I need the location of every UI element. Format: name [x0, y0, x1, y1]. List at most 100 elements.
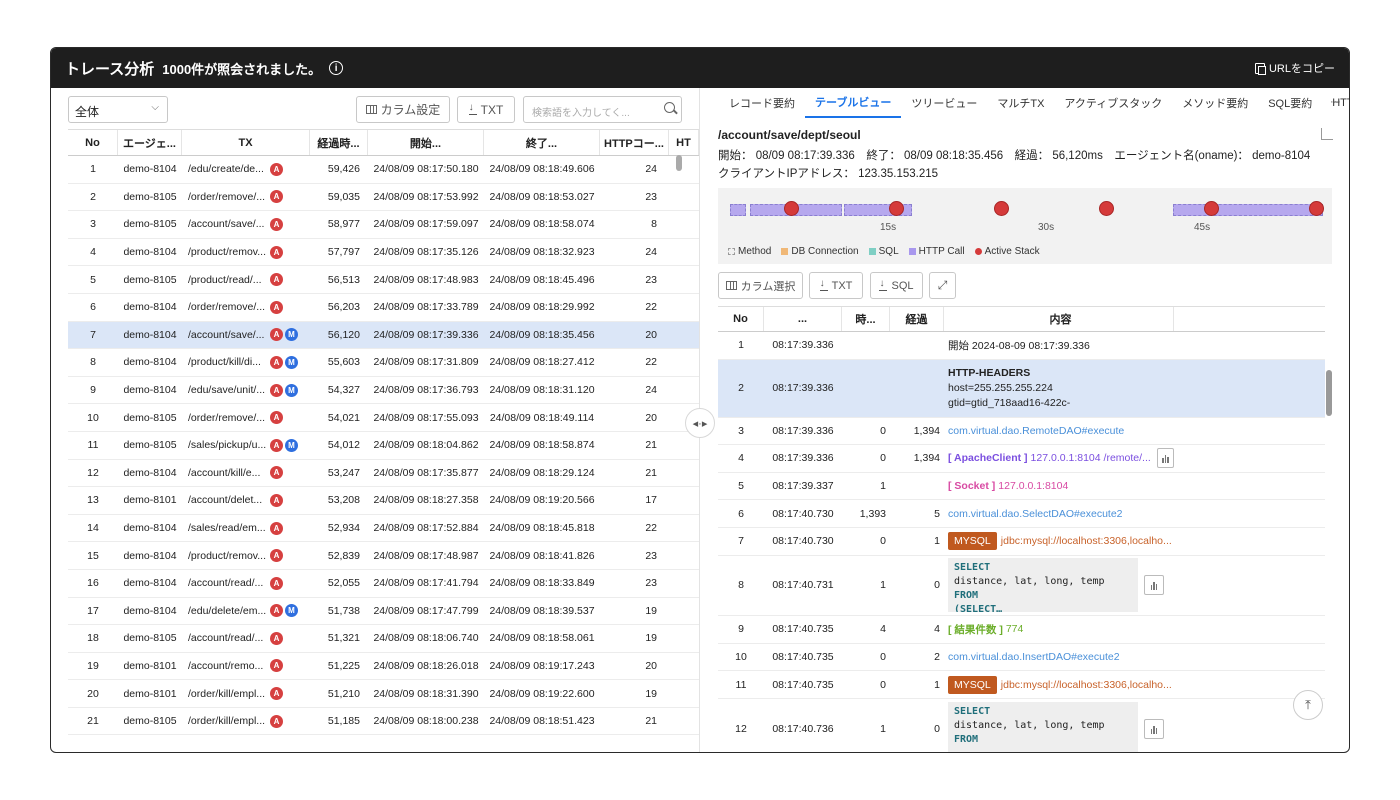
sql-export-button[interactable]: SQL	[870, 272, 923, 299]
table-row[interactable]: 16 demo-8104/account/read/... A 52,055 24/08…	[68, 570, 699, 598]
table-row[interactable]: 6 demo-8104/order/remove/... A 56,203 24/08/…	[68, 294, 699, 322]
active-stack-dot[interactable]	[1309, 201, 1324, 216]
col-header-elapsed[interactable]: 経過時...	[310, 130, 368, 155]
step-row[interactable]: 4 08:17:39.336 0 1,394 [ ApacheClient ] 127.0…	[718, 445, 1325, 473]
column-settings-button[interactable]: カラム設定	[356, 96, 450, 123]
vertical-scrollbar[interactable]	[676, 155, 682, 171]
filter-select[interactable]: 全体 ⌵	[68, 96, 168, 123]
search-icon[interactable]	[664, 102, 675, 113]
table-row[interactable]: 9 demo-8104/edu/save/unit/... A M 54,327 24/0…	[68, 377, 699, 405]
tab-5[interactable]: メソッド要約	[1172, 88, 1258, 118]
row-http: 21	[645, 466, 657, 479]
table-row[interactable]: 19 demo-8101/account/remo... A 51,225 24/08/…	[68, 653, 699, 681]
col-header-no[interactable]: No	[718, 307, 764, 331]
tab-4[interactable]: アクティブスタック	[1054, 88, 1172, 118]
step-row[interactable]: 2 08:17:39.336 HTTP-HEADERS host=255.255.25…	[718, 359, 1325, 418]
step-row[interactable]: 5 08:17:39.337 1 [ Socket ] 127.0.0.1:8104	[718, 473, 1325, 501]
expand-button[interactable]: ⤢	[929, 272, 956, 299]
step-row[interactable]: 3 08:17:39.336 0 1,394 com.virtual.dao.Remot…	[718, 418, 1325, 446]
col-header-time[interactable]: ...	[764, 307, 842, 331]
step-gap: 1	[880, 480, 886, 493]
table-row[interactable]: 17 demo-8104/edu/delete/em... A M 51,738 24/0…	[68, 598, 699, 626]
trace-timeline[interactable]: 15s 30s 45s Method DB Connection SQL HTTP C…	[718, 188, 1332, 264]
http-call-text[interactable]: 127.0.0.1:8104 /remote/...	[1031, 452, 1151, 464]
table-row[interactable]: 7 demo-8104/account/save/... A M 56,120 24/08…	[68, 321, 699, 350]
sql-statement[interactable]: SELECT distance, lat, long, temp FROM	[948, 701, 1138, 752]
table-row[interactable]: 8 demo-8104/product/kill/di... A M 55,603 24/…	[68, 349, 699, 377]
col-header-tx[interactable]: TX	[182, 130, 310, 155]
row-no: 8	[90, 356, 96, 369]
row-agent: demo-8104	[123, 356, 177, 369]
step-row[interactable]: 8 08:17:40.731 1 0 SELECT distance, lat, long…	[718, 556, 1325, 616]
tab-1[interactable]: テーブルビュー	[805, 88, 902, 118]
active-stack-dot[interactable]	[1099, 201, 1114, 216]
table-row[interactable]: 15 demo-8104/product/remov... A 52,839 24/08…	[68, 542, 699, 570]
active-stack-dot[interactable]	[889, 201, 904, 216]
row-http: 23	[645, 549, 657, 562]
detail-scrollbar[interactable]	[1326, 370, 1332, 416]
table-row[interactable]: 11 demo-8105/sales/pickup/u... A M 54,012 24/…	[68, 432, 699, 460]
bar-chart-icon[interactable]	[1144, 575, 1164, 596]
sql-keyword: FROM	[954, 590, 979, 602]
tab-0[interactable]: レコード要約	[719, 88, 805, 118]
method-link[interactable]: com.virtual.dao.RemoteDAO#execute	[948, 425, 1124, 437]
col-header-extra[interactable]	[1174, 307, 1325, 331]
resize-handle-icon[interactable]: ◂·▸	[685, 408, 715, 438]
bar-chart-icon[interactable]	[1144, 718, 1164, 739]
bar-chart-icon[interactable]	[1156, 448, 1174, 469]
info-icon[interactable]: i	[329, 61, 344, 75]
step-row[interactable]: 10 08:17:40.735 0 2 com.virtual.dao.InsertDA…	[718, 644, 1325, 672]
tab-3[interactable]: マルチTX	[987, 88, 1054, 118]
active-stack-dot[interactable]	[784, 201, 799, 216]
step-row[interactable]: 6 08:17:40.730 1,393 5 com.virtual.dao.Selec…	[718, 500, 1325, 528]
active-stack-dot[interactable]	[994, 201, 1009, 216]
jdbc-url[interactable]: jdbc:mysql://localhost:3306,localho...	[1001, 535, 1172, 547]
col-header-content[interactable]: 内容	[944, 307, 1174, 331]
method-link[interactable]: com.virtual.dao.InsertDAO#execute2	[948, 651, 1120, 663]
table-row[interactable]: 1 demo-8104/edu/create/de... A 59,426 24/08/…	[68, 156, 699, 184]
method-link[interactable]: com.virtual.dao.SelectDAO#execute2	[948, 508, 1123, 520]
row-start: 24/08/09 08:17:55.093	[373, 411, 479, 424]
step-time: 08:17:40.730	[772, 535, 834, 548]
col-header-elapsed[interactable]: 経過	[890, 307, 944, 331]
tab-2[interactable]: ツリービュー	[901, 88, 987, 118]
search-input[interactable]: 検索語を入力してく...	[523, 96, 682, 123]
table-row[interactable]: 4 demo-8104/product/remov... A 57,797 24/08/…	[68, 239, 699, 267]
table-row[interactable]: 2 demo-8105/order/remove/... A 59,035 24/08/…	[68, 184, 699, 212]
col-header-end[interactable]: 終了...	[484, 130, 600, 155]
step-row[interactable]: 11 08:17:40.735 0 1 MYSQL jdbc:mysql://localh…	[718, 671, 1325, 700]
step-row[interactable]: 7 08:17:40.730 0 1 MYSQL jdbc:mysql://localho…	[718, 528, 1325, 556]
step-row[interactable]: 1 08:17:39.336 開始 2024-08-09 08:17:39.336	[718, 332, 1325, 360]
step-row[interactable]: 9 08:17:40.735 4 4 [ 結果件数 ] 774	[718, 616, 1325, 644]
row-elapsed: 58,977	[327, 218, 360, 231]
table-row[interactable]: 18 demo-8105/account/read/... A 51,321 24/08…	[68, 625, 699, 653]
table-row[interactable]: 14 demo-8104/sales/read/em... A 52,934 24/08…	[68, 515, 699, 543]
table-row[interactable]: 13 demo-8101/account/delet... A 53,208 24/08…	[68, 487, 699, 515]
col-header-agent[interactable]: エージェ...	[118, 130, 182, 155]
col-header-http-code[interactable]: HTTPコー...	[600, 130, 669, 155]
sql-statement[interactable]: SELECT distance, lat, long, temp FROM (SELE…	[948, 558, 1138, 613]
table-row[interactable]: 3 demo-8105/account/save/... A 58,977 24/08/…	[68, 211, 699, 239]
table-row[interactable]: 10 demo-8105/order/remove/... A 54,021 24/08…	[68, 404, 699, 432]
tab-6[interactable]: SQL要約	[1258, 88, 1322, 118]
jdbc-url[interactable]: jdbc:mysql://localhost:3306,localho...	[1001, 679, 1172, 691]
col-header-gap[interactable]: 時...	[842, 307, 890, 331]
table-row[interactable]: 20 demo-8101/order/kill/empl... A 51,210 24/…	[68, 680, 699, 708]
step-time: 08:17:39.336	[772, 424, 834, 437]
copy-url-button[interactable]: URLをコピー	[1254, 60, 1335, 76]
step-row[interactable]: 12 08:17:40.736 1 0 SELECT distance, lat, lon…	[718, 699, 1325, 752]
chart-icon[interactable]	[1321, 128, 1333, 140]
column-select-button[interactable]: カラム選択	[718, 272, 803, 299]
txt-export-button[interactable]: TXT	[809, 272, 863, 299]
row-end: 24/08/09 08:18:35.456	[489, 328, 595, 341]
table-row[interactable]: 21 demo-8105/order/kill/empl... A 51,185 24/…	[68, 708, 699, 736]
txt-download-button[interactable]: TXT	[457, 96, 515, 123]
table-row[interactable]: 5 demo-8105/product/read/... A 56,513 24/08/…	[68, 266, 699, 294]
col-header-no[interactable]: No	[68, 130, 118, 155]
active-stack-dot[interactable]	[1204, 201, 1219, 216]
scroll-to-top-button[interactable]: ⤒	[1293, 690, 1323, 720]
col-header-start[interactable]: 開始...	[368, 130, 484, 155]
table-row[interactable]: 12 demo-8104/account/kill/e... A 53,247 24/0…	[68, 460, 699, 488]
col-header-http-2[interactable]: HT	[669, 130, 699, 155]
more-tabs-icon[interactable]: ···	[1330, 96, 1341, 108]
